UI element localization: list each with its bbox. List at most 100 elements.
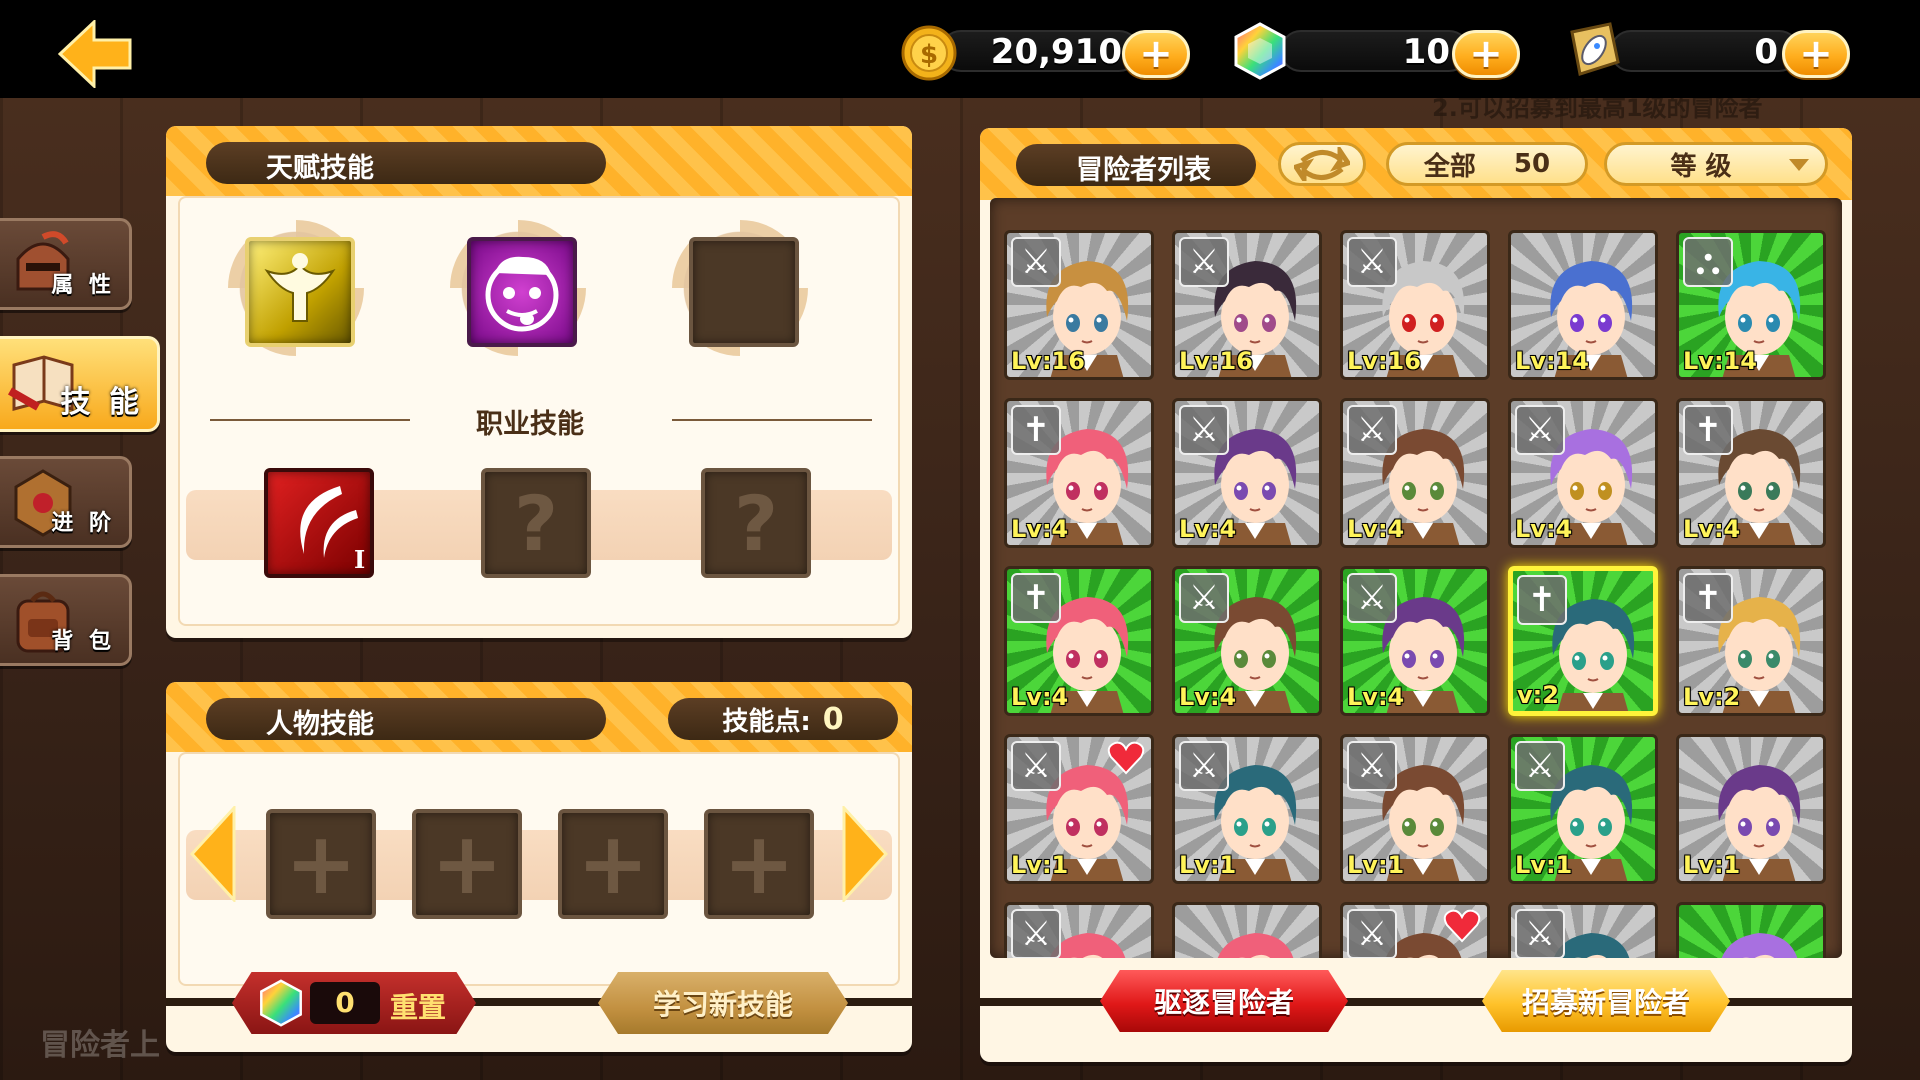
adventurer-card[interactable]: ⚔ Lv:16 — [1340, 230, 1490, 380]
tab-advance[interactable]: 进 阶 — [0, 456, 132, 548]
role-sword-icon: ⚔ — [1347, 909, 1397, 958]
adventurer-card[interactable]: Lv:14 — [1508, 230, 1658, 380]
adventurer-level: Lv:1 — [1179, 851, 1237, 879]
adventurer-card[interactable]: ⚔ Lv:1 — [1004, 734, 1154, 884]
role-cross-icon: ✝ — [1011, 573, 1061, 623]
role-sword-icon: ⚔ — [1011, 237, 1061, 287]
adventurer-card[interactable]: ⚔ — [1508, 902, 1658, 958]
roster-refresh-button[interactable] — [1278, 142, 1366, 186]
character-skill-slot-4[interactable]: + — [704, 809, 814, 919]
skill-points-value: 0 — [822, 701, 844, 737]
background-caption: 冒险者上 — [40, 1028, 160, 1063]
role-bed-icon: ⛬ — [1683, 237, 1733, 287]
character-skill-slot-1[interactable]: + — [266, 809, 376, 919]
tab-backpack-label: 背 包 — [51, 629, 115, 654]
roster-filter-all-count: 50 — [1513, 149, 1551, 179]
adventurer-card[interactable]: ⚔ Lv:1 — [1172, 734, 1322, 884]
gold-amount: 20,910 — [990, 32, 1122, 72]
adventurer-card[interactable]: ⚔ Lv:4 — [1172, 398, 1322, 548]
roster-title: 冒险者列表 — [1016, 144, 1256, 186]
adventurer-card[interactable]: ✝ Lv:4 — [1004, 398, 1154, 548]
reset-cost: 0 — [310, 982, 380, 1024]
adventurer-level: Lv:1 — [1011, 851, 1069, 879]
roster-filter-all[interactable]: 全部 50 — [1386, 142, 1588, 186]
gem-resource: 10 + — [1230, 22, 1530, 80]
adventurer-card[interactable]: ⚔ — [1340, 902, 1490, 958]
talent-skill-panel: 天赋技能 职业技能 I ? ? — [166, 126, 912, 638]
learn-new-skill-button[interactable]: 学习新技能 — [598, 972, 848, 1034]
role-sword-icon: ⚔ — [1515, 405, 1565, 455]
adventurer-level: Lv:2 — [1683, 683, 1741, 711]
adventurer-card[interactable]: ⚔ Lv:4 — [1340, 566, 1490, 716]
adventurer-card[interactable]: ✝ Lv:2 — [1676, 566, 1826, 716]
adventurer-card[interactable]: ⚔ Lv:4 — [1172, 566, 1322, 716]
character-skill-slot-2[interactable]: + — [412, 809, 522, 919]
reset-label: 重置 — [390, 991, 447, 1024]
job-skill-locked-1[interactable]: ? — [481, 468, 591, 578]
role-sword-icon: ⚔ — [1515, 741, 1565, 791]
adventurer-level: Lv:4 — [1179, 515, 1237, 543]
dismiss-adventurer-button[interactable]: 驱逐冒险者 — [1100, 970, 1348, 1032]
roster-sort-dropdown[interactable]: 等 级 — [1604, 142, 1828, 186]
adventurer-card[interactable]: ⚔ Lv:4 — [1508, 398, 1658, 548]
adventurer-card[interactable]: ✝ Lv:4 — [1004, 566, 1154, 716]
reset-skills-button[interactable]: 0 重置 — [232, 972, 476, 1034]
adventurer-card[interactable]: ⚔ Lv:1 — [1340, 734, 1490, 884]
adventurer-level: Lv:1 — [1515, 851, 1573, 879]
heart-icon — [1443, 909, 1481, 943]
adventurer-card[interactable]: ⚔ Lv:16 — [1004, 230, 1154, 380]
skill-next-arrow[interactable] — [842, 806, 888, 902]
adventurer-level: Lv:1 — [1347, 851, 1405, 879]
adventurer-card[interactable]: ⛬ Lv:14 — [1676, 230, 1826, 380]
buy-tickets-button[interactable]: + — [1782, 30, 1850, 78]
tab-skills[interactable]: 技 能 — [0, 336, 160, 432]
buy-gems-button[interactable]: + — [1452, 30, 1520, 78]
tab-attributes[interactable]: 属 性 — [0, 218, 132, 310]
skill-prev-arrow[interactable] — [190, 806, 236, 902]
ticket-amount: 0 — [1754, 32, 1778, 72]
adventurer-card[interactable] — [1172, 902, 1322, 958]
talent-skill-title: 天赋技能 — [206, 142, 606, 184]
adventurer-card[interactable]: ⚔ Lv:16 — [1172, 230, 1322, 380]
tab-backpack[interactable]: 背 包 — [0, 574, 132, 666]
adventurer-level: Lv:4 — [1179, 683, 1237, 711]
adventurer-card[interactable]: ⚔ Lv:1 — [1508, 734, 1658, 884]
character-skill-slot-3[interactable]: + — [558, 809, 668, 919]
ticket-resource: 0 + — [1560, 22, 1860, 78]
back-button[interactable] — [57, 18, 132, 90]
adventurer-card[interactable]: ⚔ — [1004, 902, 1154, 958]
gem-amount: 10 — [1402, 32, 1450, 72]
adventurer-card[interactable]: ✝ v:2 — [1508, 566, 1658, 716]
role-cross-icon: ✝ — [1517, 575, 1567, 625]
buy-gold-button[interactable]: + — [1122, 30, 1190, 78]
adventurer-portrait — [1217, 933, 1294, 958]
top-bar: $ 20,910 + 10 + 0 + — [0, 0, 1920, 98]
adventurer-level: Lv:16 — [1179, 347, 1253, 375]
talent-skill-empty[interactable] — [689, 237, 799, 347]
job-skill-locked-2[interactable]: ? — [701, 468, 811, 578]
role-sword-icon: ⚔ — [1011, 741, 1061, 791]
recruit-adventurer-button[interactable]: 招募新冒险者 — [1482, 970, 1730, 1032]
role-sword-icon: ⚔ — [1011, 909, 1061, 958]
character-skill-panel: 人物技能 技能点: 0 + + + + 0 重置 学习新技能 — [166, 682, 912, 1052]
role-cross-icon: ✝ — [1011, 405, 1061, 455]
skill-rank-label: I — [354, 545, 365, 574]
adventurer-card[interactable] — [1676, 902, 1826, 958]
talent-skill-angel[interactable] — [245, 237, 355, 347]
adventurer-portrait — [1721, 933, 1798, 958]
job-skill-slash[interactable]: I — [264, 468, 374, 578]
tongue-face-icon — [485, 256, 559, 332]
adventurer-level: Lv:4 — [1683, 515, 1741, 543]
adventurer-card[interactable]: ⚔ Lv:4 — [1340, 398, 1490, 548]
skill-points: 技能点: 0 — [668, 698, 898, 740]
adventurer-card[interactable]: Lv:1 — [1676, 734, 1826, 884]
back-arrow-icon — [57, 18, 132, 90]
winged-angel-icon — [264, 253, 336, 322]
role-cross-icon: ✝ — [1683, 573, 1733, 623]
adventurer-card[interactable]: ✝ Lv:4 — [1676, 398, 1826, 548]
role-sword-icon: ⚔ — [1179, 741, 1229, 791]
adventurer-level: Lv:4 — [1011, 515, 1069, 543]
character-skill-title: 人物技能 — [206, 698, 606, 740]
talent-skill-taunt[interactable] — [467, 237, 577, 347]
rainbow-gem-icon — [260, 979, 302, 1027]
